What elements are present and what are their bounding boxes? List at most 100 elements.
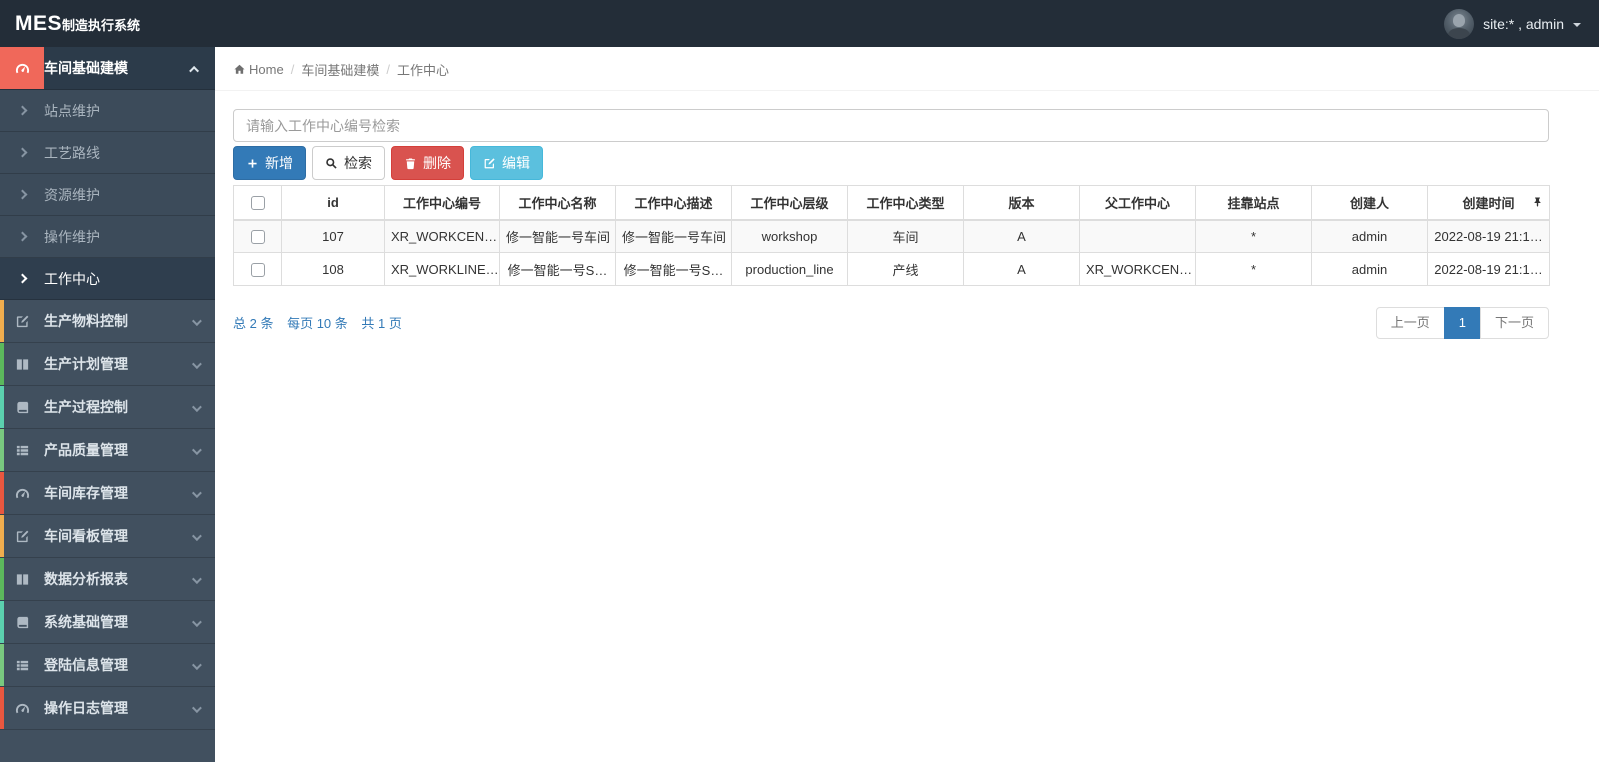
sidebar-item-resource-maintenance[interactable]: 资源维护 xyxy=(0,174,215,216)
cell-created-time: 2022-08-19 21:1… xyxy=(1427,252,1550,286)
header-id: id xyxy=(281,185,385,221)
sidebar-item-label: 站点维护 xyxy=(44,102,100,119)
row-checkbox[interactable] xyxy=(250,230,265,245)
breadcrumb-section[interactable]: 车间基础建模 xyxy=(301,60,379,79)
header-creator: 创建人 xyxy=(1311,185,1428,221)
sidebar-group-label: 生产计划管理 xyxy=(44,356,128,372)
user-menu[interactable]: site:* , admin xyxy=(1444,8,1581,39)
cell-parent xyxy=(1079,219,1196,253)
sidebar-group-login-info-management[interactable]: 登陆信息管理 xyxy=(0,644,215,687)
group-color-strip xyxy=(0,429,4,471)
sidebar-item-station-maintenance[interactable]: 站点维护 xyxy=(0,90,215,132)
sidebar-group-label: 产品质量管理 xyxy=(44,442,128,458)
pin-icon[interactable] xyxy=(1532,197,1543,208)
caret-down-icon xyxy=(1573,22,1581,27)
sidebar-group-data-analysis-report[interactable]: 数据分析报表 xyxy=(0,558,215,601)
add-button[interactable]: 新增 xyxy=(233,146,306,180)
sidebar: 车间基础建模 站点维护 工艺路线 资源维护 操作维护 工作中心 生产物料控制 生… xyxy=(0,47,215,762)
sidebar-group-label: 登陆信息管理 xyxy=(44,657,128,673)
header-station: 挂靠站点 xyxy=(1195,185,1312,221)
edit-icon xyxy=(0,300,44,342)
table-row[interactable]: 107 XR_WORKCEN… 修一智能一号车间 修一智能一号车间 worksh… xyxy=(233,219,1550,253)
group-color-strip xyxy=(0,343,4,385)
header-checkbox xyxy=(233,185,282,221)
chevron-down-icon xyxy=(191,313,202,329)
list-icon xyxy=(0,644,44,686)
chevron-down-icon xyxy=(191,700,202,716)
sidebar-group-workshop-basic-modeling[interactable]: 车间基础建模 xyxy=(0,47,215,90)
sidebar-group-system-basic-management[interactable]: 系统基础管理 xyxy=(0,601,215,644)
list-icon xyxy=(0,429,44,471)
sidebar-item-label: 资源维护 xyxy=(44,186,100,203)
search-button-label: 检索 xyxy=(344,155,372,171)
cell-level: workshop xyxy=(731,219,848,253)
sidebar-item-process-route[interactable]: 工艺路线 xyxy=(0,132,215,174)
cell-version: A xyxy=(963,252,1080,286)
edit-button-label: 编辑 xyxy=(502,155,530,171)
sidebar-group-workshop-inventory-management[interactable]: 车间库存管理 xyxy=(0,472,215,515)
search-button[interactable]: 检索 xyxy=(312,146,385,180)
chevron-down-icon xyxy=(191,399,202,415)
table-row[interactable]: 108 XR_WORKLINE… 修一智能一号S… 修一智能一号S… produ… xyxy=(233,252,1550,286)
chevron-down-icon xyxy=(191,528,202,544)
pagination: 上一页 1 下一页 xyxy=(1375,307,1549,339)
sidebar-item-label: 操作维护 xyxy=(44,228,100,245)
cell-created-time: 2022-08-19 21:1… xyxy=(1427,219,1550,253)
prev-page-button[interactable]: 上一页 xyxy=(1375,307,1445,339)
summary-per-page: 每页 10 条 xyxy=(287,316,348,332)
cell-code: XR_WORKLINE… xyxy=(384,252,500,286)
sidebar-group-product-quality-management[interactable]: 产品质量管理 xyxy=(0,429,215,472)
plus-icon xyxy=(246,157,259,170)
book-icon xyxy=(0,386,44,428)
group-color-strip xyxy=(0,515,4,557)
group-color-strip xyxy=(0,386,4,428)
app-logo-subtitle: 制造执行系统 xyxy=(62,17,141,33)
select-all-checkbox[interactable] xyxy=(250,196,265,211)
sidebar-item-operation-maintenance[interactable]: 操作维护 xyxy=(0,216,215,258)
sidebar-group-production-plan-management[interactable]: 生产计划管理 xyxy=(0,343,215,386)
breadcrumb-home-label: Home xyxy=(249,62,284,77)
table-header-row: id 工作中心编号 工作中心名称 工作中心描述 工作中心层级 工作中心类型 版本… xyxy=(233,185,1550,221)
next-page-button[interactable]: 下一页 xyxy=(1479,307,1549,339)
delete-button[interactable]: 删除 xyxy=(391,146,464,180)
edit-button[interactable]: 编辑 xyxy=(470,146,543,180)
toolbar: 新增 检索 删除 编辑 xyxy=(233,146,1549,180)
sidebar-group-operation-log-management[interactable]: 操作日志管理 xyxy=(0,687,215,730)
group-color-strip xyxy=(0,300,4,342)
main-content: Home / 车间基础建模 / 工作中心 新增 检索 删除 xyxy=(215,47,1599,777)
sidebar-group-label: 生产过程控制 xyxy=(44,399,128,415)
cell-id: 107 xyxy=(281,219,385,253)
cell-parent: XR_WORKCEN… xyxy=(1079,252,1196,286)
top-navbar: MES 制造执行系统 site:* , admin xyxy=(0,0,1599,47)
chevron-right-icon xyxy=(0,258,44,299)
app-logo[interactable]: MES 制造执行系统 xyxy=(0,12,140,36)
user-label: site:* , admin xyxy=(1483,15,1564,32)
group-color-strip xyxy=(0,644,4,686)
sidebar-group-production-process-control[interactable]: 生产过程控制 xyxy=(0,386,215,429)
row-checkbox[interactable] xyxy=(250,262,265,277)
sidebar-group-production-material-control[interactable]: 生产物料控制 xyxy=(0,300,215,343)
header-level: 工作中心层级 xyxy=(731,185,848,221)
sidebar-item-work-center[interactable]: 工作中心 xyxy=(0,258,215,300)
delete-button-label: 删除 xyxy=(423,155,451,171)
search-input[interactable] xyxy=(233,109,1549,142)
group-color-strip xyxy=(0,687,4,729)
header-created-time-label: 创建时间 xyxy=(1462,195,1515,211)
sidebar-group-label: 车间看板管理 xyxy=(44,528,128,544)
row-select-cell xyxy=(233,219,282,253)
content-area: 新增 检索 删除 编辑 xyxy=(215,91,1599,339)
edit-icon xyxy=(0,515,44,557)
header-type: 工作中心类型 xyxy=(847,185,964,221)
header-code: 工作中心编号 xyxy=(384,185,500,221)
header-parent: 父工作中心 xyxy=(1079,185,1196,221)
header-version: 版本 xyxy=(963,185,1080,221)
sidebar-group-label: 数据分析报表 xyxy=(44,571,128,587)
page-1-button[interactable]: 1 xyxy=(1443,307,1481,339)
breadcrumb-home[interactable]: Home xyxy=(233,62,284,77)
header-name: 工作中心名称 xyxy=(499,185,616,221)
sidebar-group-label: 系统基础管理 xyxy=(44,614,128,630)
table-footer: 总 2 条 每页 10 条 共 1 页 上一页 1 下一页 xyxy=(233,307,1549,339)
sidebar-group-workshop-kanban-management[interactable]: 车间看板管理 xyxy=(0,515,215,558)
chevron-down-icon xyxy=(191,614,202,630)
trash-icon xyxy=(404,157,417,170)
